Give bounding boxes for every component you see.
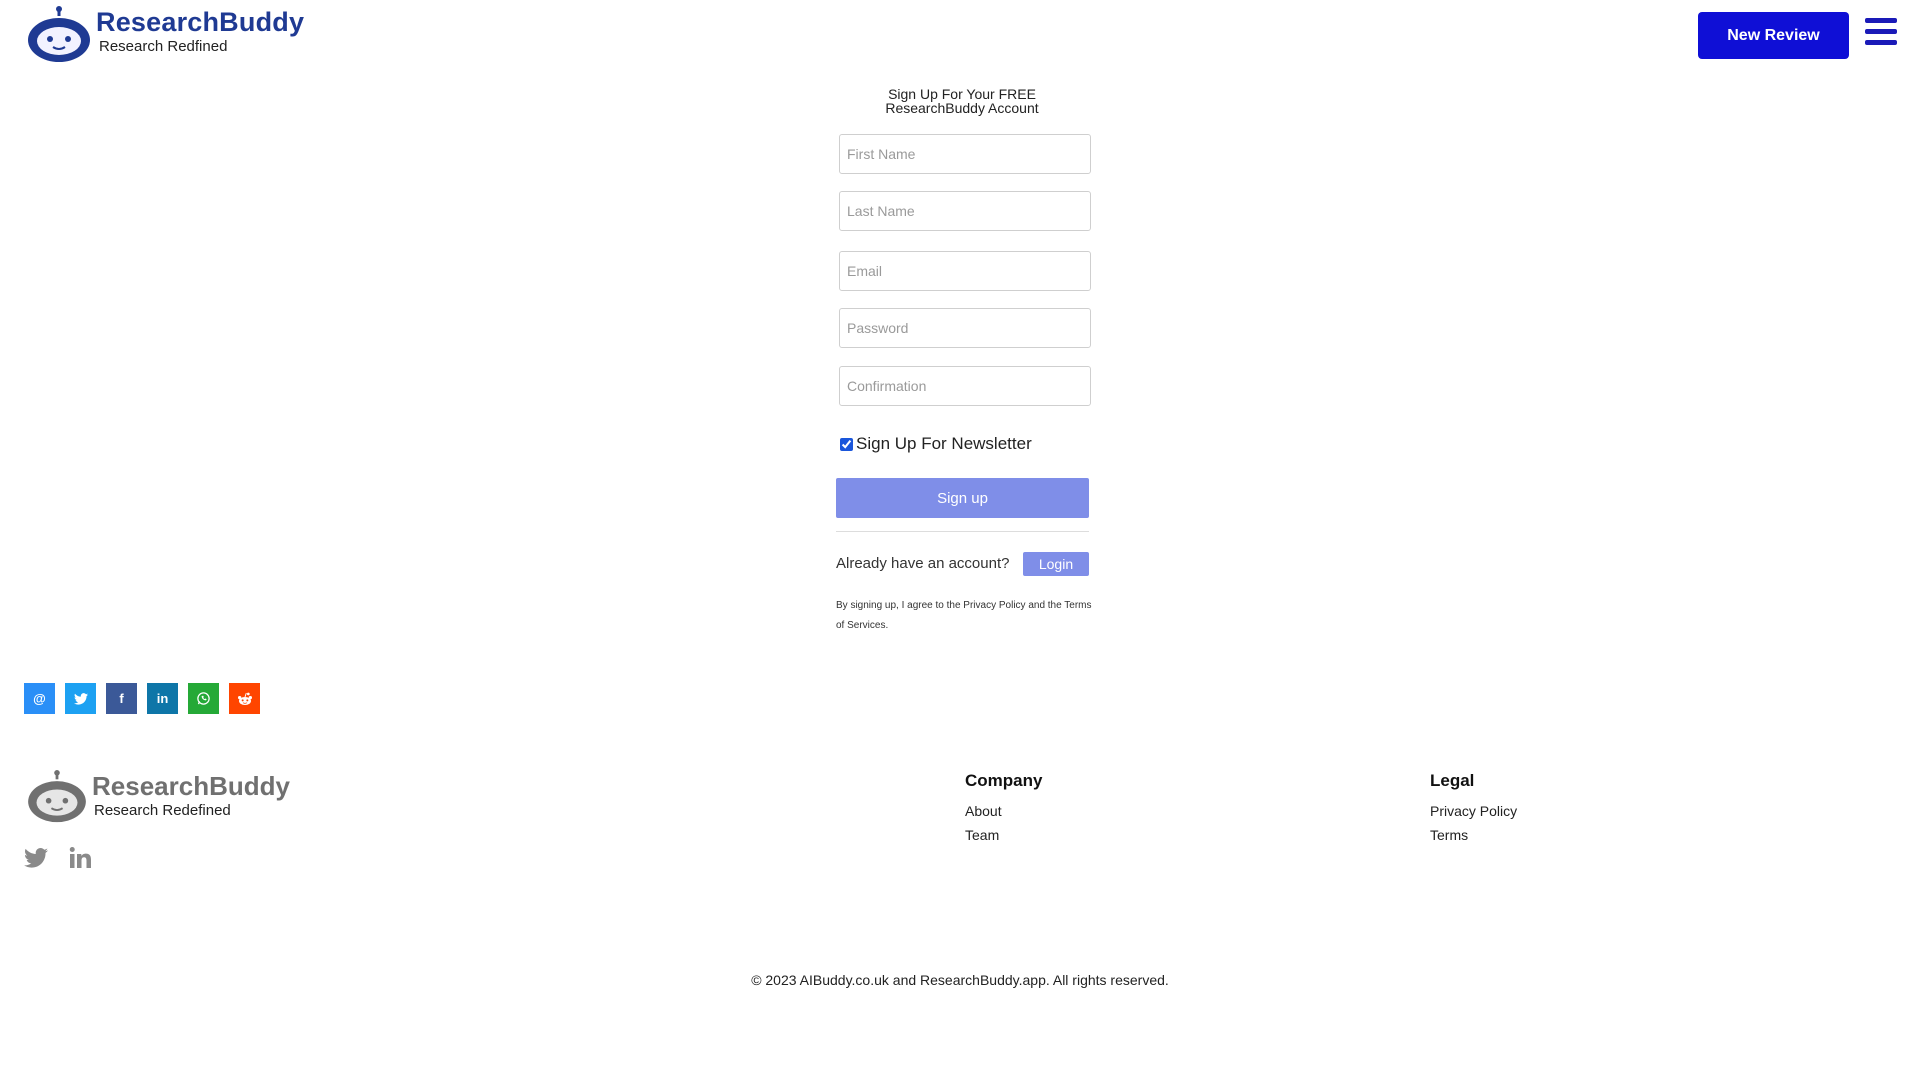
already-have-account-text: Already have an account? <box>836 555 1010 572</box>
linkedin-icon[interactable] <box>68 846 92 870</box>
login-button[interactable]: Login <box>1023 552 1089 576</box>
newsletter-checkbox[interactable] <box>840 437 853 451</box>
company-heading: Company <box>965 771 1043 790</box>
email-input[interactable] <box>839 251 1091 291</box>
password-input[interactable] <box>839 308 1091 348</box>
footer-brand-tagline: Research Redefined <box>94 802 231 819</box>
brand-name: ResearchBuddy <box>96 7 305 37</box>
about-link[interactable]: About <box>965 799 1042 823</box>
terms-note: By signing up, I agree to the Privacy Po… <box>836 600 1092 631</box>
share-twitter-icon[interactable] <box>65 683 96 714</box>
share-facebook-icon[interactable]: f <box>106 683 137 714</box>
share-email-icon[interactable]: @ <box>24 683 55 714</box>
footer-brand-name: ResearchBuddy <box>92 771 290 801</box>
footer-social-links <box>24 846 112 870</box>
privacy-policy-link[interactable]: Privacy Policy <box>1430 799 1517 823</box>
copyright-text: © 2023 AIBuddy.co.uk and ResearchBuddy.a… <box>751 972 1169 988</box>
new-review-button[interactable]: New Review <box>1698 12 1849 59</box>
first-name-input[interactable] <box>839 134 1091 174</box>
share-bar: @ f in <box>24 683 270 714</box>
signup-heading: Sign Up For Your FREE ResearchBuddy Acco… <box>885 86 1039 116</box>
newsletter-label[interactable]: Sign Up For Newsletter <box>856 434 1032 454</box>
hamburger-menu-icon[interactable] <box>1865 18 1897 46</box>
form-divider <box>836 531 1089 532</box>
footer-company-column: Company About Team <box>965 771 1042 847</box>
newsletter-option: Sign Up For Newsletter <box>839 434 1032 454</box>
team-link[interactable]: Team <box>965 823 1042 847</box>
footer-legal-column: Legal Privacy Policy Terms <box>1430 771 1517 847</box>
legal-heading: Legal <box>1430 771 1475 790</box>
last-name-input[interactable] <box>839 191 1091 231</box>
terms-link[interactable]: Terms <box>1430 823 1517 847</box>
signup-button[interactable]: Sign up <box>836 478 1089 518</box>
brand-logo-link[interactable]: ResearchBuddy Research Redfined <box>26 6 304 64</box>
share-whatsapp-icon[interactable] <box>188 683 219 714</box>
brand-tagline: Research Redfined <box>99 38 228 55</box>
robot-logo-icon <box>28 6 90 62</box>
confirmation-input[interactable] <box>839 366 1091 406</box>
footer-robot-logo-icon <box>28 770 86 823</box>
share-reddit-icon[interactable] <box>229 683 260 714</box>
twitter-icon[interactable] <box>24 846 48 870</box>
footer-brand: ResearchBuddy Research Redefined <box>26 770 290 824</box>
share-linkedin-icon[interactable]: in <box>147 683 178 714</box>
